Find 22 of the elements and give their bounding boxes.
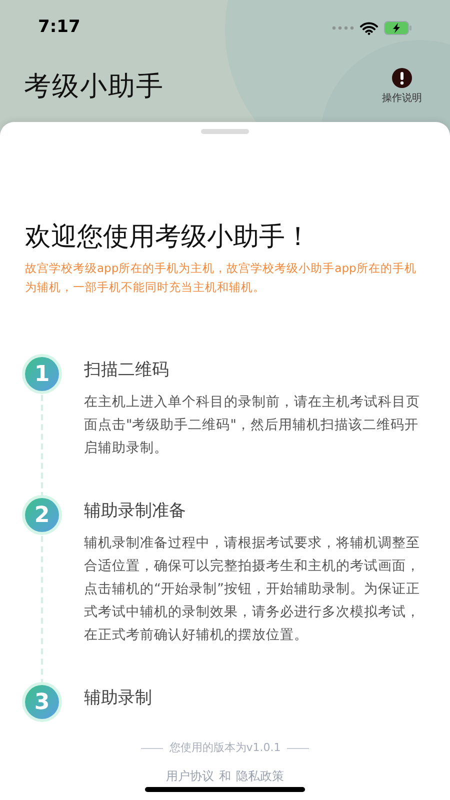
step-title: 辅助录制	[84, 687, 153, 710]
battery-charging-icon	[384, 21, 412, 35]
welcome-title: 欢迎您使用考级小助手！	[25, 221, 312, 254]
welcome-note: 故宫学校考级app所在的手机为主机，故宫学校考级小助手app所在的手机为辅机，一部手机不能同时充当主机和辅机。	[25, 260, 418, 296]
signal-icon	[332, 26, 354, 30]
step-title: 辅助录制准备	[84, 500, 187, 523]
wifi-icon	[360, 22, 378, 34]
drag-handle[interactable]	[201, 129, 249, 134]
step-description: 辅机录制准备过程中，请根据考试要求，将辅机调整至合适位置，确保可以完整拍摄考生和主机的考试画面，点击辅机的“开始录制”按钮，开始辅助录制。为保证正式考试中辅机的录制效果，请务必进行多次模拟考试，在正式考前确认好辅机的摆放位置。	[84, 534, 421, 645]
exclamation-icon	[392, 68, 412, 88]
step-description: 在主机上进入单个科目的录制前，请在主机考试科目页面点击"考级助手二维码"，然后用辅机扫描该二维码开启辅助录制。	[84, 393, 421, 458]
help-button[interactable]: 操作说明	[382, 68, 422, 106]
footer-link[interactable]: 用户协议	[166, 766, 214, 784]
step-number: 2	[25, 498, 59, 532]
version-text: 您使用的版本为v1.0.1	[169, 740, 281, 756]
status-time: 7:17	[38, 16, 80, 40]
footer-link[interactable]: 隐私政策	[236, 766, 284, 784]
footer-text: 和	[219, 768, 231, 784]
step-number: 3	[25, 685, 59, 719]
app-title: 考级小助手	[24, 70, 164, 104]
step-title: 扫描二维码	[84, 359, 170, 382]
step-number: 1	[25, 357, 59, 391]
